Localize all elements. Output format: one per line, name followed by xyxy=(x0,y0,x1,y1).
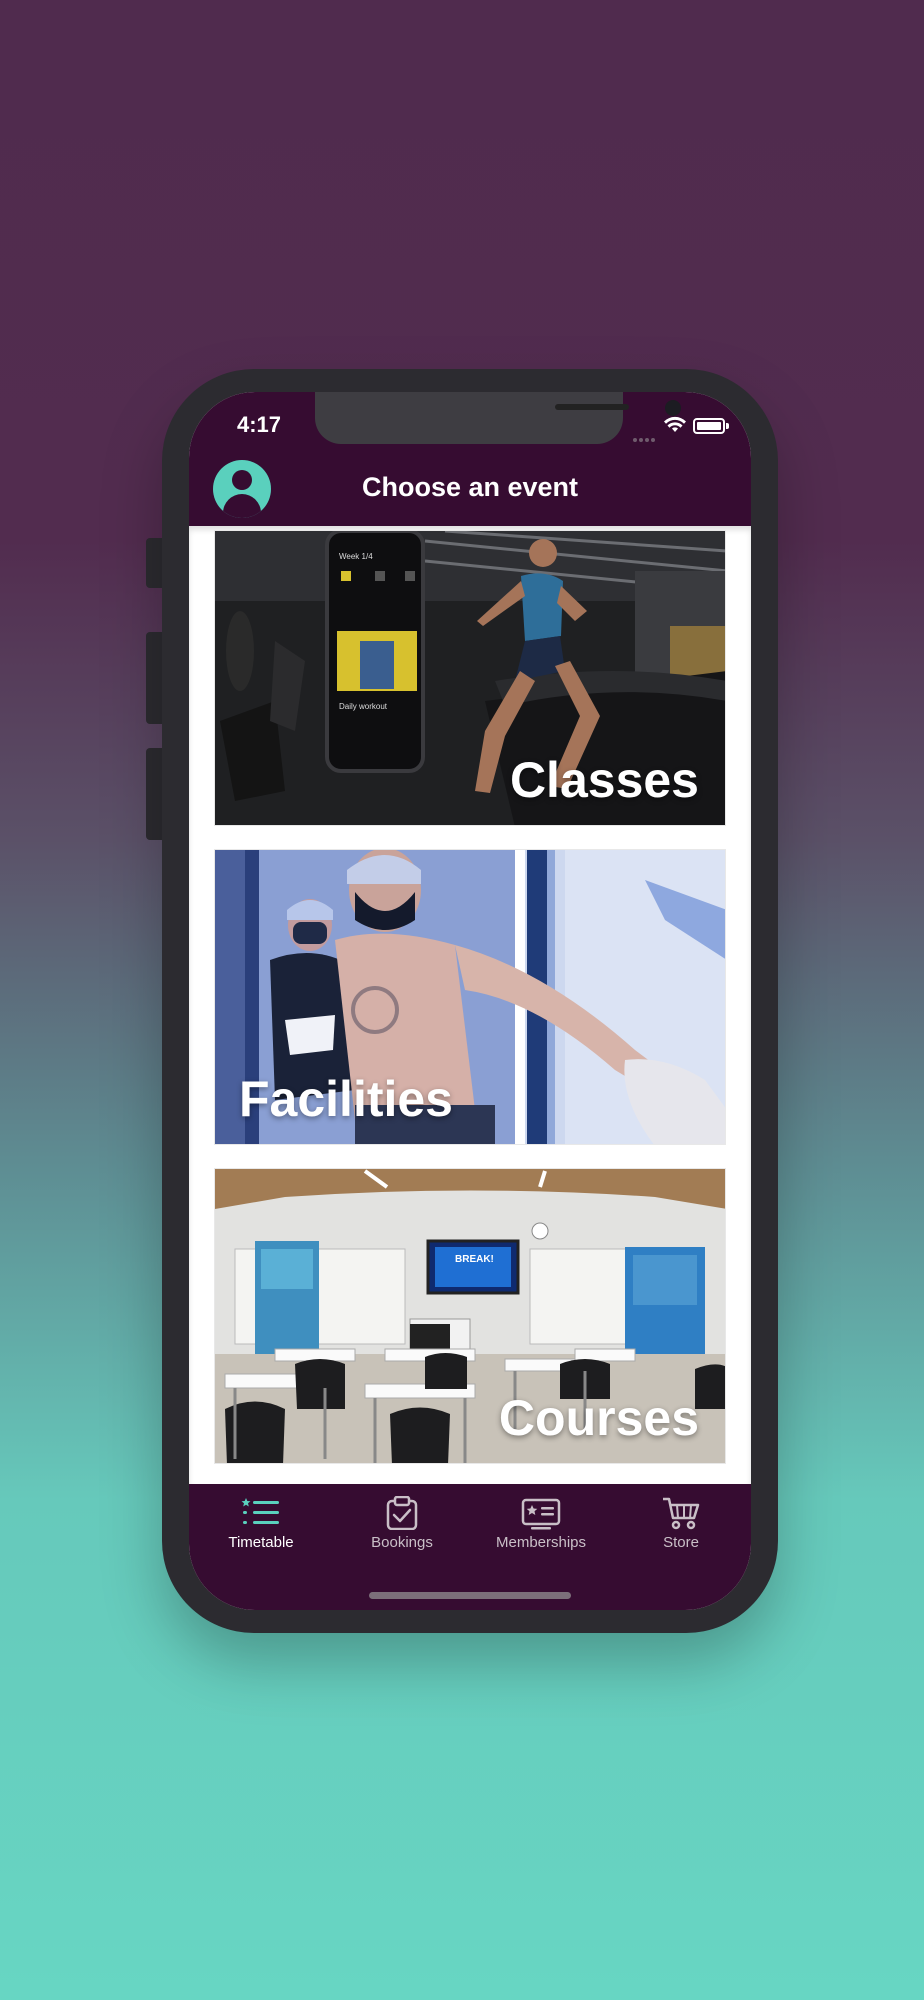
status-time: 4:17 xyxy=(237,412,282,437)
tab-label-store: Store xyxy=(663,1534,699,1551)
cart-icon xyxy=(663,1497,700,1530)
timetable-icon xyxy=(241,1498,279,1524)
tab-label-bookings: Bookings xyxy=(371,1534,433,1551)
event-label-facilities: Facilities xyxy=(239,1071,453,1127)
event-card-courses[interactable]: BREAK! Courses xyxy=(214,1168,726,1464)
app-screen: 4:17 Choose an event Week 1/4 Daily work… xyxy=(189,392,751,1610)
notch xyxy=(315,392,681,444)
tab-memberships[interactable]: Memberships xyxy=(471,1484,611,1574)
clipboard-check-icon xyxy=(386,1496,418,1530)
speaker-grille xyxy=(555,404,629,410)
signal-icon xyxy=(633,429,661,442)
event-list: Week 1/4 Daily workout Classes Facilitie… xyxy=(189,526,751,1484)
app-header: 4:17 Choose an event xyxy=(189,392,751,526)
svg-text:Daily workout: Daily workout xyxy=(339,702,388,711)
wifi-icon xyxy=(664,416,686,432)
tab-label-timetable: Timetable xyxy=(228,1534,294,1551)
event-label-classes: Classes xyxy=(509,752,699,808)
front-camera xyxy=(665,400,681,416)
battery-icon xyxy=(693,418,729,434)
event-card-classes[interactable]: Week 1/4 Daily workout Classes xyxy=(214,530,726,826)
event-card-facilities[interactable]: Facilities xyxy=(214,849,726,1145)
tab-label-memberships: Memberships xyxy=(495,1534,587,1551)
membership-card-icon xyxy=(521,1498,561,1530)
home-indicator xyxy=(369,1592,571,1599)
tab-store[interactable]: Store xyxy=(611,1484,751,1574)
tab-bookings[interactable]: Bookings xyxy=(332,1484,472,1574)
event-label-courses: Courses xyxy=(498,1390,699,1446)
page-title: Choose an event xyxy=(361,472,579,502)
svg-text:Week 1/4: Week 1/4 xyxy=(339,552,373,561)
svg-text:BREAK!: BREAK! xyxy=(455,1254,494,1265)
tab-timetable[interactable]: Timetable xyxy=(191,1484,331,1574)
